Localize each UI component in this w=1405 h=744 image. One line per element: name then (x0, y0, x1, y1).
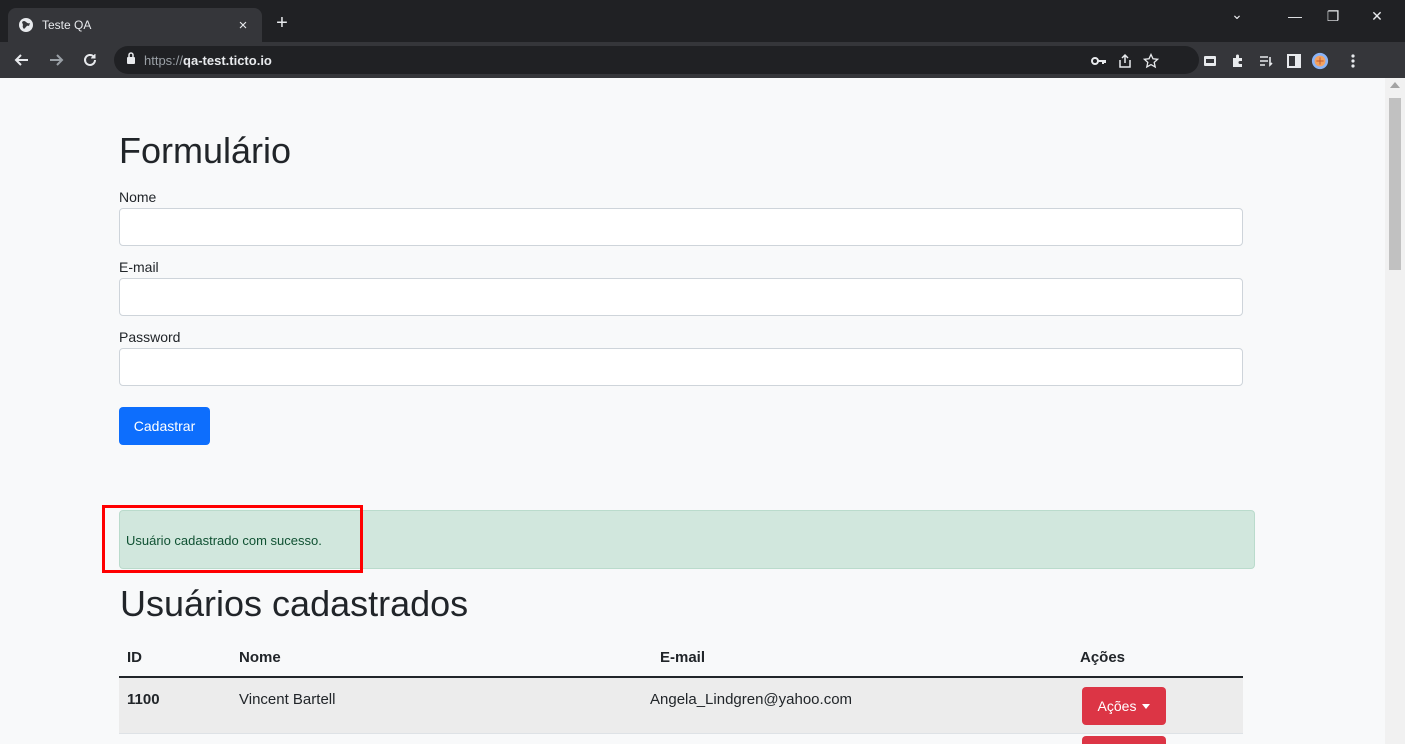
side-panel-icon[interactable] (1285, 52, 1303, 70)
next-row-actions-button[interactable] (1082, 736, 1166, 744)
name-label: Nome (119, 189, 157, 205)
extension-screen-icon[interactable] (1201, 52, 1219, 70)
column-header-id: ID (127, 649, 142, 666)
tab-search-icon[interactable]: ⌄ (1222, 6, 1252, 23)
row-name: Vincent Bartell (239, 691, 336, 708)
profile-avatar[interactable] (1311, 52, 1329, 70)
column-header-email: E-mail (660, 649, 706, 666)
reload-icon[interactable] (78, 48, 102, 72)
email-label: E-mail (119, 259, 159, 275)
new-tab-icon[interactable]: + (270, 13, 294, 33)
extensions-puzzle-icon[interactable] (1229, 52, 1247, 70)
scrollbar-thumb[interactable] (1389, 98, 1401, 270)
close-window-icon[interactable]: ✕ (1362, 8, 1392, 25)
address-bar[interactable]: https://qa-test.ticto.io (114, 46, 1199, 74)
scroll-up-icon[interactable] (1390, 82, 1400, 88)
column-header-name: Nome (239, 649, 281, 666)
bookmark-star-icon[interactable] (1142, 52, 1160, 70)
users-title: Usuários cadastrados (120, 583, 469, 624)
highlight-box (102, 505, 363, 573)
url-text: https://qa-test.ticto.io (144, 52, 272, 68)
reading-list-icon[interactable] (1257, 52, 1275, 70)
row-email: Angela_Lindgren@yahoo.com (650, 691, 853, 708)
actions-button-label: Ações (1097, 698, 1137, 714)
back-icon[interactable] (10, 48, 34, 72)
page-content: Formulário Nome E-mail Password Cadastra… (0, 78, 1385, 744)
kebab-menu-icon[interactable] (1344, 52, 1362, 70)
browser-tab-bar: Teste QA × + ⌄ — ❐ ✕ (0, 0, 1405, 42)
key-icon[interactable] (1090, 52, 1108, 70)
page-scrollbar[interactable] (1385, 78, 1405, 744)
password-input[interactable] (119, 348, 1243, 386)
minimize-icon[interactable]: — (1280, 8, 1310, 24)
globe-icon (18, 17, 34, 33)
tab-title: Teste QA (42, 18, 92, 32)
lock-icon (126, 51, 136, 69)
restore-icon[interactable]: ❐ (1318, 8, 1348, 25)
row-id: 1100 (127, 691, 160, 708)
actions-dropdown-button[interactable]: Ações (1082, 687, 1166, 725)
browser-tab[interactable]: Teste QA × (8, 8, 262, 42)
email-input[interactable] (119, 278, 1243, 316)
tab-close-icon[interactable]: × (234, 17, 252, 34)
name-input[interactable] (119, 208, 1243, 246)
password-label: Password (119, 329, 181, 345)
column-header-actions: Ações (1080, 649, 1126, 666)
forward-icon[interactable] (44, 48, 68, 72)
table-row: 1100 Vincent Bartell Angela_Lindgren@yah… (119, 678, 1243, 734)
share-icon[interactable] (1116, 52, 1134, 70)
caret-down-icon (1142, 703, 1151, 709)
form-title: Formulário (119, 130, 292, 171)
cadastrar-button[interactable]: Cadastrar (119, 407, 210, 445)
